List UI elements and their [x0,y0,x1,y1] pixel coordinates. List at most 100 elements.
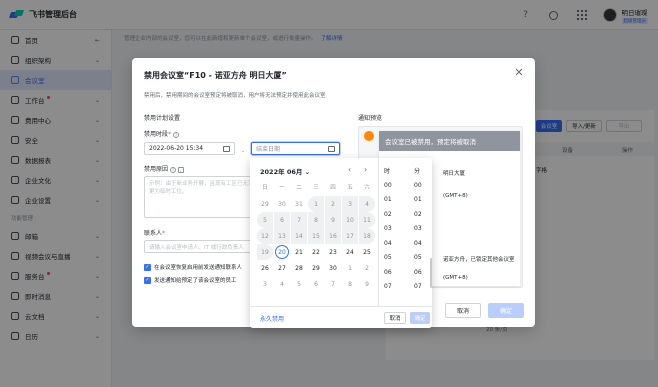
weekday-header: 日一二三四五六 [257,183,377,191]
calendar-day[interactable]: 29 [308,260,324,276]
calendar-day[interactable]: 5 [291,276,307,292]
plan-section-title: 禁用计划设置 [144,115,181,122]
weekday-label: 三 [313,185,319,191]
calendar-day: 9 [325,212,341,228]
preview-line: 明日大厦 [443,171,466,177]
calendar-day[interactable]: 27 [274,260,290,276]
calendar-day[interactable]: 25 [359,244,375,260]
weekday-label: 二 [296,185,302,191]
divider [378,158,379,306]
calendar-day[interactable]: 24 [342,244,358,260]
hour-label: 时 [384,168,391,175]
weekday-label: 一 [279,185,285,191]
minute-option[interactable]: 01 [414,193,434,208]
calendar-day[interactable]: 8 [342,276,358,292]
calendar-day[interactable]: 1 [342,260,358,276]
calendar-day: 13 [274,228,290,244]
calendar-day: 12 [257,228,273,244]
calendar-day: 14 [291,228,307,244]
hour-option[interactable]: 02 [384,207,404,222]
scrollbar[interactable] [430,258,432,288]
hour-option[interactable]: 03 [384,222,404,237]
calendar-day: 10 [342,212,358,228]
checkbox-checked-icon: ✓ [144,263,151,271]
day-grid: 29 30 31 1 2 3 4 5 6 7 8 9 10 11 12 13 14 15 16 17 18 19 20 21 2… [257,196,377,292]
calendar-day[interactable]: 21 [291,244,307,260]
calendar-day: 2 [325,196,341,212]
close-icon[interactable]: ✕ [513,67,525,79]
contact-label: 联系人* [144,230,166,237]
dialog-subtitle: 禁用后，禁用期间的会议室预定将被取消，用户将无法预定并使用此会议室 [144,93,326,99]
hour-option[interactable]: 04 [384,236,404,251]
calendar-day: 3 [342,196,358,212]
dialog-title: 禁用会议室“F10 - 诺亚方舟 明日大厦” [144,71,287,80]
permanent-disable-link[interactable]: 永久禁用 [260,314,284,323]
range-separator: - [242,148,245,155]
calendar-day[interactable]: 9 [359,276,375,292]
preview-label: 通知预览 [358,115,383,122]
date-time-picker: 2022年 06月 ⌄ ‹ › 日一二三四五六 29 30 31 1 2 3 4 5 6 7 8 9 1… [250,158,432,328]
hour-option[interactable]: 06 [384,265,404,280]
cancel-button[interactable]: 取消 [445,303,481,318]
picker-cancel-button[interactable]: 取消 [384,312,406,324]
reason-label: 禁用原因? ✓ [144,166,185,173]
calendar-day: 4 [359,196,375,212]
checkbox-checked-icon: ✓ [144,276,151,284]
calendar-day[interactable]: 26 [257,260,273,276]
weekday-label: 四 [330,185,336,191]
minute-option[interactable]: 04 [414,236,434,251]
weekday-label: 日 [262,185,268,191]
hour-option[interactable]: 07 [384,280,404,295]
calendar-day[interactable]: 30 [274,196,290,212]
prev-month-icon[interactable]: ‹ [348,165,351,174]
calendar-day: 1 [308,196,324,212]
bot-icon [364,131,374,141]
notify-bookers-checkbox[interactable]: ✓ 发送通知给预定了该会议室的员工 [144,276,237,284]
template-icon[interactable]: ✓ [178,166,185,173]
calendar-day[interactable]: 2 [359,260,375,276]
calendar-day: 19 [257,244,273,260]
calendar-day-label: 20 [275,245,289,259]
calendar-day[interactable]: 3 [257,276,273,292]
calendar-day: 16 [325,228,341,244]
hour-option[interactable]: 01 [384,193,404,208]
calendar-day: 7 [291,212,307,228]
calendar-day-today[interactable]: 20 [274,244,290,260]
calendar-day: 15 [308,228,324,244]
calendar-day[interactable]: 7 [325,276,341,292]
calendar-day[interactable]: 29 [257,196,273,212]
minute-label: 分 [414,168,421,175]
calendar-icon [328,145,335,152]
confirm-button[interactable]: 确定 [488,303,524,318]
month-select[interactable]: 2022年 06月 ⌄ [260,166,310,176]
hour-option[interactable]: 00 [384,178,404,193]
calendar-day[interactable]: 30 [325,260,341,276]
next-month-icon[interactable]: › [364,165,367,174]
calendar-day[interactable]: 6 [308,276,324,292]
calendar-day[interactable]: 22 [308,244,324,260]
notify-contact-checkbox[interactable]: ✓ 在会议室恢复启用前发送通知联系人 [144,263,242,271]
calendar-day: 6 [274,212,290,228]
minute-option[interactable]: 03 [414,222,434,237]
hour-column[interactable]: 时 00 01 02 03 04 05 06 07 [384,166,404,294]
picker-footer: 永久禁用 取消 确定 [250,306,432,328]
end-date-input[interactable]: 结束日期 [251,142,340,155]
minute-option[interactable]: 00 [414,178,434,193]
help-icon[interactable]: ? [173,131,180,138]
preview-card-header: 会议室已被禁用，预定将被取消 [379,131,520,151]
minute-option[interactable]: 02 [414,207,434,222]
hour-option[interactable]: 05 [384,251,404,266]
preview-line: 诺亚方舟，已锁定其他会议室 [443,257,515,263]
picker-confirm-button[interactable]: 确定 [410,312,430,324]
calendar-day[interactable]: 31 [291,196,307,212]
calendar-day: 18 [359,228,375,244]
calendar-day[interactable]: 4 [274,276,290,292]
weekday-label: 六 [364,185,370,191]
help-icon[interactable]: ? [170,166,177,173]
start-date-input[interactable]: 2022-06-20 15:34 [144,142,235,155]
preview-line: (GMT+8) [443,193,468,199]
calendar-day: 17 [342,228,358,244]
calendar-day[interactable]: 28 [291,260,307,276]
period-label: 禁用时段*? [144,131,180,138]
calendar-day[interactable]: 23 [325,244,341,260]
